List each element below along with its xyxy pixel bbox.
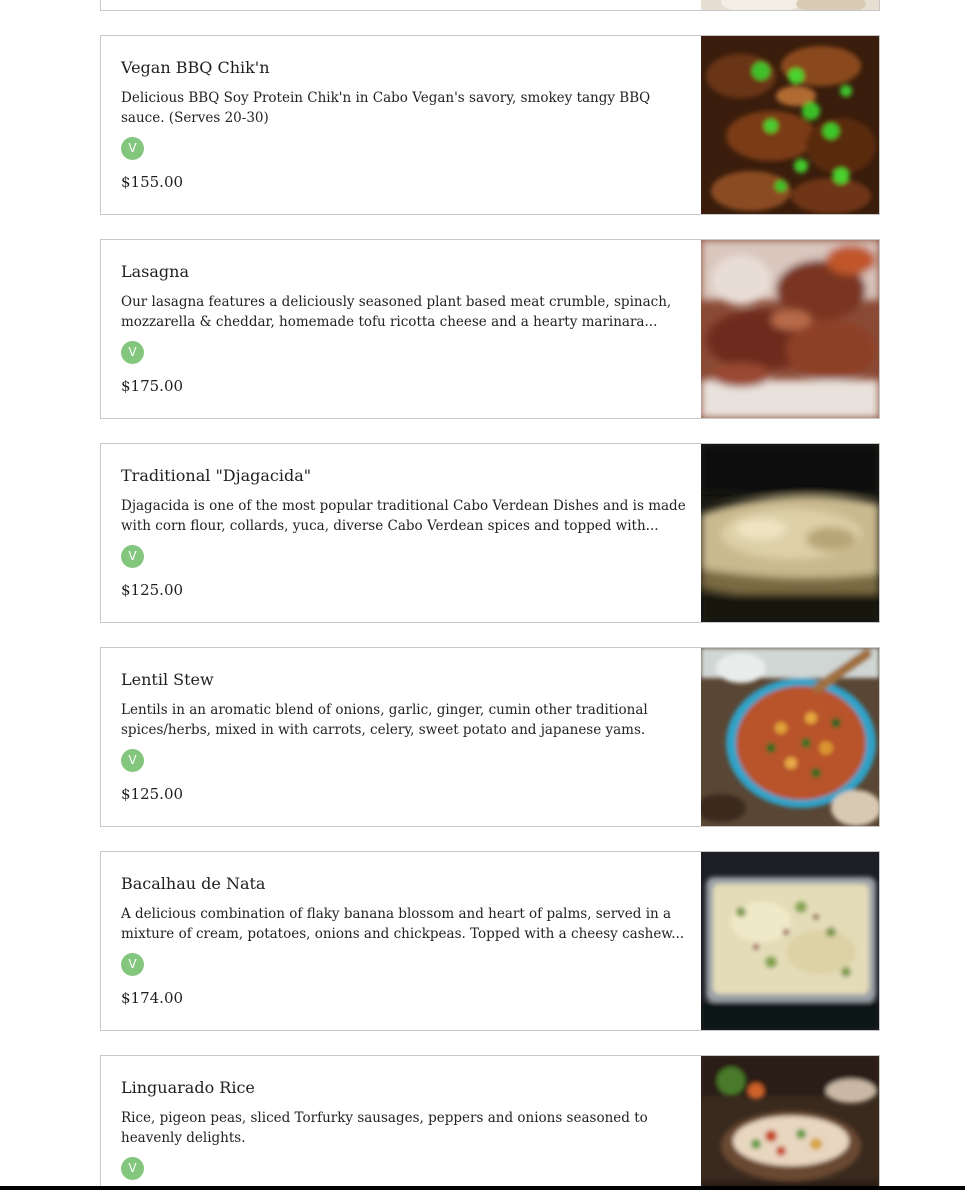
vegan-badge-icon: V <box>121 1157 144 1180</box>
menu-item-card[interactable]: Bacalhau de Nata A delicious combination… <box>100 851 880 1031</box>
partial-dish-photo <box>701 0 879 10</box>
menu-item-description: A delicious combination of flaky banana … <box>121 906 685 942</box>
menu-item-description: Rice, pigeon peas, sliced Torfurky sausa… <box>121 1110 648 1146</box>
menu-item-description: Our lasagna features a deliciously seaso… <box>121 294 672 330</box>
vegan-badge-icon: V <box>121 749 144 772</box>
menu-item-info: Bacalhau de Nata A delicious combination… <box>121 852 686 1030</box>
vegan-badge-icon: V <box>121 953 144 976</box>
menu-item-title: Bacalhau de Nata <box>121 874 266 893</box>
bbq-chikn-photo <box>701 36 879 214</box>
menu-item-price: $155.00 <box>121 173 184 191</box>
menu-item-info: Vegan BBQ Chik'n Delicious BBQ Soy Prote… <box>121 36 686 214</box>
menu-item-card[interactable]: Lasagna Our lasagna features a delicious… <box>100 239 880 419</box>
menu-item-title: Linguarado Rice <box>121 1078 255 1097</box>
menu-item-title: Lasagna <box>121 262 189 281</box>
linguarado-rice-photo <box>701 1056 879 1190</box>
menu-item-description: Djagacida is one of the most popular tra… <box>121 498 686 534</box>
menu-page: Vegan BBQ Chik'n Delicious BBQ Soy Prote… <box>0 0 965 1190</box>
menu-item-info: Lasagna Our lasagna features a delicious… <box>121 240 686 418</box>
menu-item-price: $174.00 <box>121 989 184 1007</box>
menu-item-card-partial[interactable] <box>100 0 880 11</box>
menu-item-title: Lentil Stew <box>121 670 214 689</box>
menu-item-info: Traditional "Djagacida" Djagacida is one… <box>121 444 686 622</box>
menu-item-info: Linguarado Rice Rice, pigeon peas, slice… <box>121 1056 686 1190</box>
vegan-badge-icon: V <box>121 137 144 160</box>
menu-item-price: $175.00 <box>121 377 184 395</box>
menu-item-info: Lentil Stew Lentils in an aromatic blend… <box>121 648 686 826</box>
menu-item-card[interactable]: Lentil Stew Lentils in an aromatic blend… <box>100 647 880 827</box>
bacalhau-photo <box>701 852 879 1030</box>
menu-item-description: Delicious BBQ Soy Protein Chik'n in Cabo… <box>121 90 651 126</box>
lasagna-photo <box>701 240 879 418</box>
menu-item-price: $125.00 <box>121 581 184 599</box>
bottom-bar <box>0 1186 965 1190</box>
menu-item-description: Lentils in an aromatic blend of onions, … <box>121 702 648 738</box>
menu-item-card[interactable]: Traditional "Djagacida" Djagacida is one… <box>100 443 880 623</box>
djagacida-photo <box>701 444 879 622</box>
lentil-stew-photo <box>701 648 879 826</box>
menu-item-title: Vegan BBQ Chik'n <box>121 58 270 77</box>
vegan-badge-icon: V <box>121 545 144 568</box>
menu-item-price: $125.00 <box>121 785 184 803</box>
menu-item-card[interactable]: Vegan BBQ Chik'n Delicious BBQ Soy Prote… <box>100 35 880 215</box>
menu-item-title: Traditional "Djagacida" <box>121 466 312 485</box>
menu-item-card[interactable]: Linguarado Rice Rice, pigeon peas, slice… <box>100 1055 880 1190</box>
vegan-badge-icon: V <box>121 341 144 364</box>
